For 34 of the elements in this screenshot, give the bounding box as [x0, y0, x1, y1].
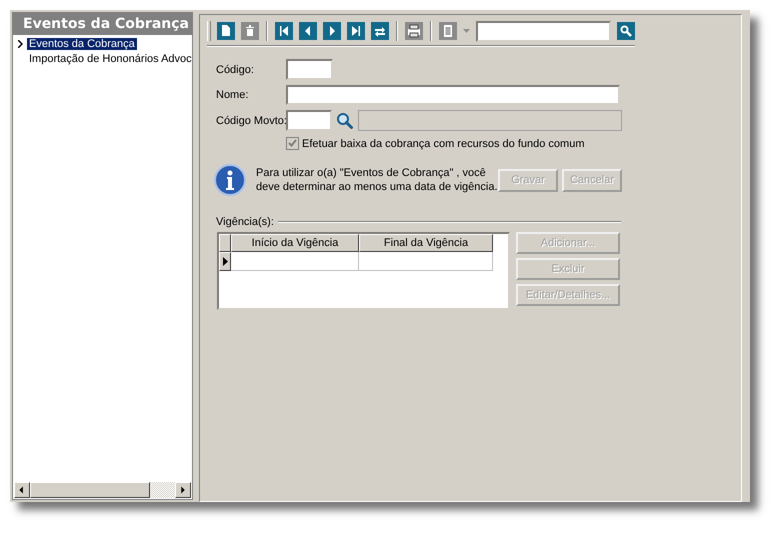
- name-field[interactable]: [286, 85, 620, 105]
- tree-item[interactable]: Eventos da Cobrança: [27, 38, 137, 50]
- table-cell[interactable]: [231, 252, 359, 271]
- checkbox-label: Efetuar baixa da cobrança com recursos do fundo comum: [302, 138, 584, 150]
- tree-item[interactable]: Importação de Hononários Advoc: [27, 52, 192, 64]
- column-header[interactable]: Início da Vigência: [231, 234, 359, 252]
- code-field[interactable]: [286, 59, 333, 80]
- movement-code-field[interactable]: [286, 110, 332, 131]
- scroll-left-button[interactable]: [14, 482, 30, 498]
- panel-title: Eventos da Cobrança: [13, 13, 192, 35]
- search-icon[interactable]: [336, 112, 354, 130]
- info-icon: [214, 164, 246, 196]
- swap-arrows-icon[interactable]: [371, 22, 389, 40]
- next-icon[interactable]: [323, 22, 341, 40]
- grid-corner: [219, 234, 231, 252]
- chevron-icon: [18, 40, 22, 48]
- search-icon[interactable]: [617, 22, 635, 40]
- column-header[interactable]: Final da Vigência: [359, 234, 493, 252]
- scroll-right-button[interactable]: [175, 482, 191, 498]
- row-pointer-icon: [222, 257, 228, 266]
- search-field[interactable]: [476, 20, 611, 42]
- field-label: Código Movto:: [216, 114, 286, 126]
- field-label: Nome:: [216, 89, 250, 101]
- section-label: Vigência(s):: [216, 216, 274, 228]
- new-document-icon[interactable]: [217, 22, 235, 40]
- previous-icon[interactable]: [299, 22, 317, 40]
- last-record-icon[interactable]: [347, 22, 365, 40]
- data-grid[interactable]: Início da Vigência Final da Vigência: [217, 232, 510, 310]
- row-header[interactable]: [219, 252, 231, 271]
- info-message: Para utilizar o(a) "Eventos de Cobrança" , você deve determinar ao menos uma data de vigência.: [256, 166, 498, 194]
- field-label: Código:: [216, 64, 255, 76]
- table-cell[interactable]: [359, 252, 493, 271]
- scrollbar-thumb[interactable]: [30, 482, 150, 498]
- first-record-icon[interactable]: [275, 22, 293, 40]
